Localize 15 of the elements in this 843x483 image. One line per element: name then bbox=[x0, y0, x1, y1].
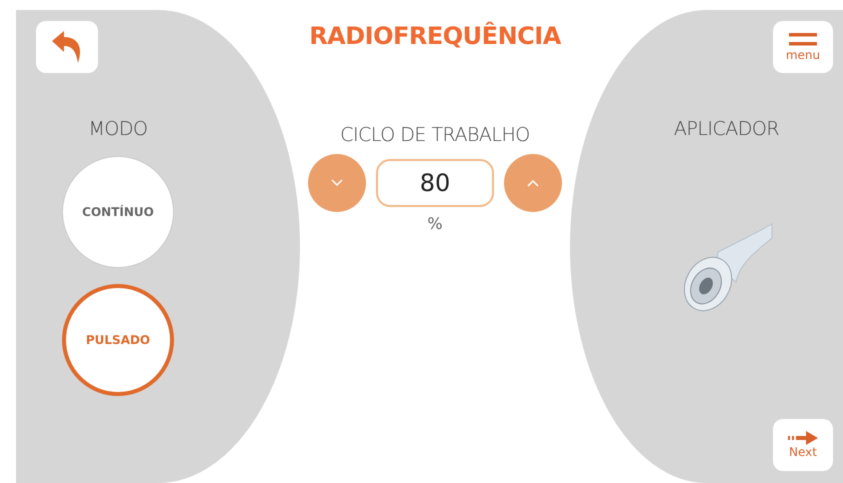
page-title: RADIOFREQUÊNCIA bbox=[309, 22, 561, 50]
menu-button[interactable]: menu bbox=[773, 21, 833, 73]
back-button[interactable] bbox=[36, 21, 98, 73]
applicator-title: APLICADOR bbox=[674, 118, 780, 140]
arrow-right-icon bbox=[788, 431, 818, 445]
next-button[interactable]: Next bbox=[773, 419, 833, 471]
mode-option[interactable]: CONTÍNUO bbox=[62, 156, 174, 268]
mode-option[interactable]: PULSADO bbox=[62, 284, 174, 396]
duty-cycle-title: CICLO DE TRABALHO bbox=[340, 124, 530, 146]
chevron-down-icon bbox=[331, 179, 343, 187]
unit-label: % bbox=[427, 214, 443, 233]
mode-title: MODO bbox=[88, 118, 148, 140]
chevron-up-icon bbox=[527, 179, 539, 187]
menu-icon bbox=[789, 32, 817, 48]
duty-cycle-field[interactable]: 80 bbox=[376, 159, 494, 207]
